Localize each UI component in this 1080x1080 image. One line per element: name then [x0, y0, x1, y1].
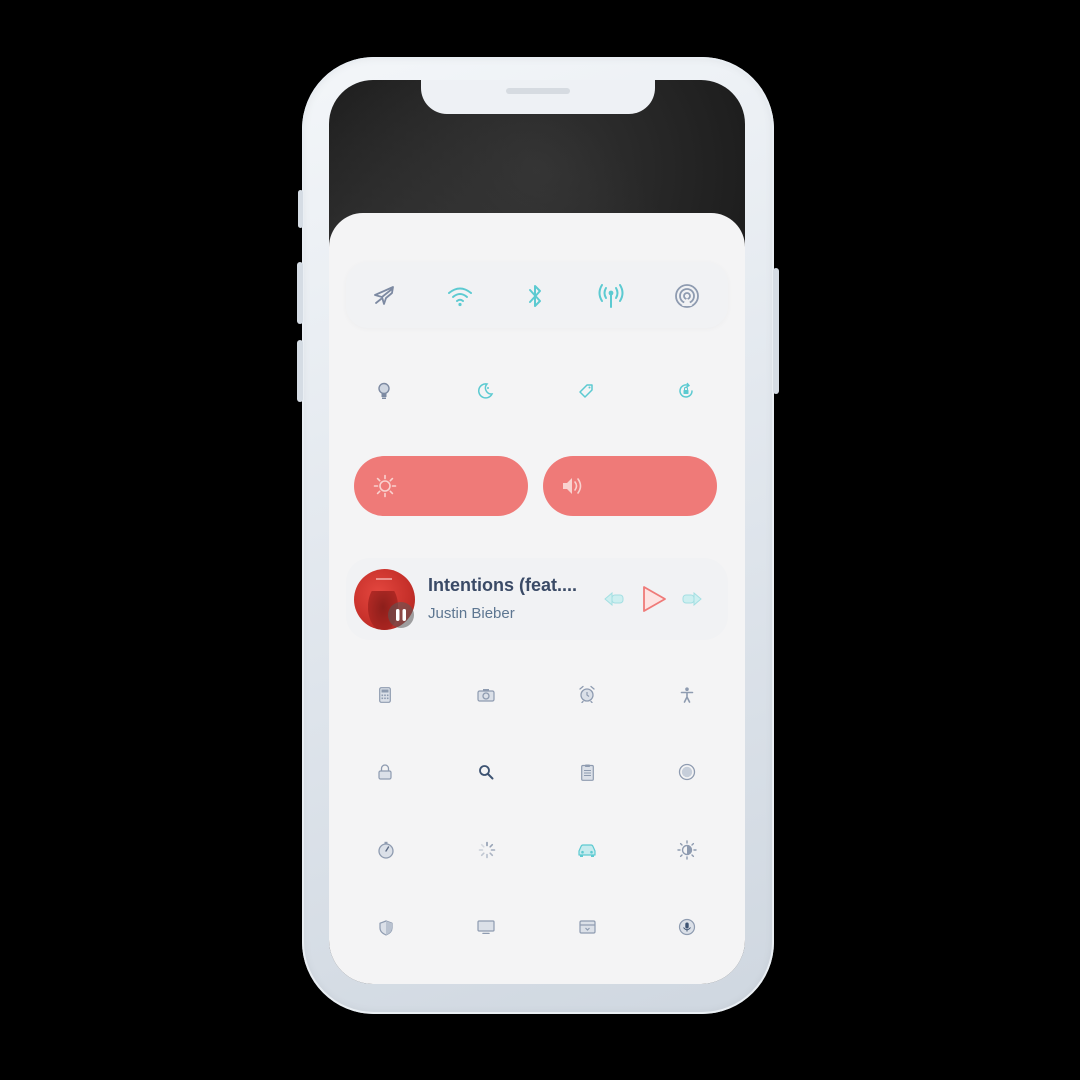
- accessibility-icon[interactable]: [678, 685, 696, 705]
- song-title: Intentions (feat....: [428, 575, 578, 595]
- volume-slider[interactable]: [543, 456, 717, 516]
- alarm-clock-icon[interactable]: [577, 684, 597, 704]
- camera-icon[interactable]: [476, 686, 496, 704]
- action-button: [298, 190, 303, 228]
- volume-down-button: [297, 340, 303, 402]
- wallet-icon[interactable]: [577, 918, 597, 936]
- record-icon[interactable]: [677, 762, 697, 782]
- timer-icon[interactable]: [376, 840, 396, 860]
- previous-track-icon[interactable]: [603, 590, 625, 608]
- play-icon[interactable]: [640, 585, 668, 613]
- loading-icon[interactable]: [477, 840, 497, 860]
- shield-icon[interactable]: [377, 918, 395, 938]
- notch: [421, 80, 655, 114]
- airplane-icon[interactable]: [371, 283, 397, 309]
- album-art-caption: [376, 578, 392, 580]
- voice-memo-icon[interactable]: [677, 917, 697, 937]
- lightbulb-icon[interactable]: [374, 381, 394, 401]
- screen-mirroring-icon[interactable]: [476, 918, 496, 936]
- speaker-icon: [561, 473, 587, 499]
- car-icon[interactable]: [577, 841, 597, 859]
- earpiece-speaker: [506, 88, 570, 94]
- moon-icon[interactable]: [475, 381, 495, 401]
- bluetooth-icon[interactable]: [524, 282, 546, 310]
- wifi-icon[interactable]: [446, 283, 474, 309]
- power-button: [773, 268, 779, 394]
- song-artist: Justin Bieber: [428, 605, 515, 622]
- appearance-icon[interactable]: [676, 839, 698, 861]
- rotation-lock-icon[interactable]: [676, 381, 696, 401]
- airpods-icon[interactable]: [388, 602, 414, 628]
- tag-icon[interactable]: [576, 381, 596, 401]
- notes-icon[interactable]: [578, 762, 596, 782]
- lock-icon[interactable]: [376, 762, 394, 782]
- sun-icon: [372, 473, 398, 499]
- volume-up-button: [297, 262, 303, 324]
- next-track-icon[interactable]: [681, 590, 703, 608]
- brightness-slider[interactable]: [354, 456, 528, 516]
- airdrop-icon[interactable]: [673, 282, 701, 310]
- magnifier-icon[interactable]: [477, 763, 495, 781]
- cellular-icon[interactable]: [597, 282, 625, 310]
- calculator-icon[interactable]: [376, 685, 394, 705]
